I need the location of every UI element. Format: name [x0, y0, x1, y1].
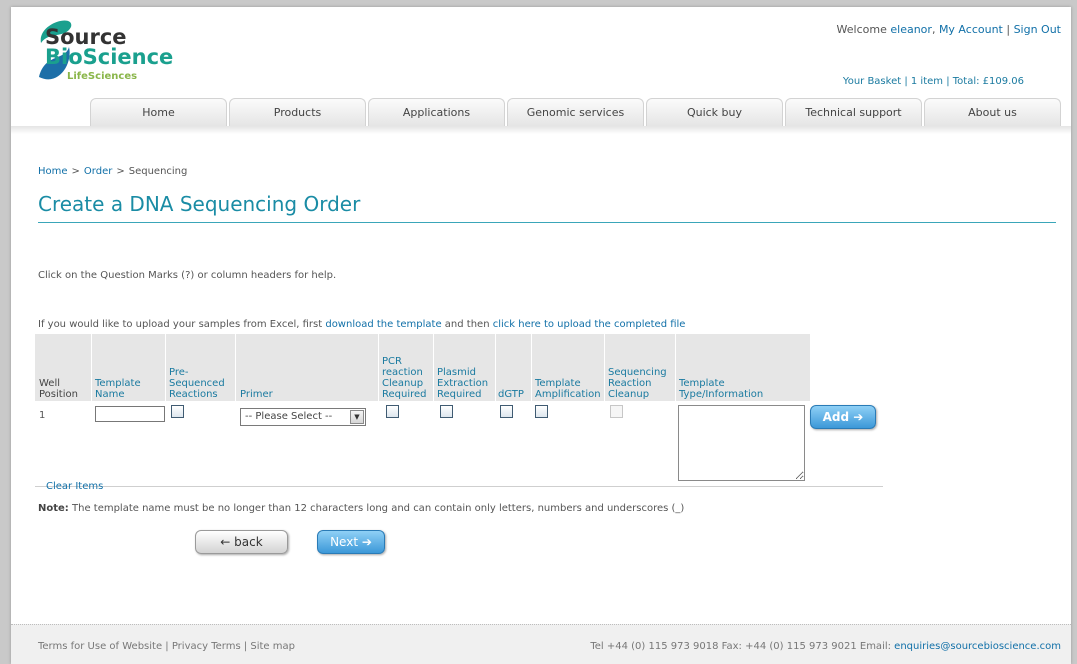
breadcrumb-home[interactable]: Home	[38, 166, 68, 177]
nav-tab-technical-support[interactable]: Technical support	[785, 98, 922, 126]
upload-instructions: If you would like to upload your samples…	[38, 319, 685, 330]
dgtp-checkbox[interactable]	[500, 405, 513, 418]
nav-tab-applications[interactable]: Applications	[368, 98, 505, 126]
footer: Terms for Use of Website | Privacy Terms…	[11, 624, 1071, 664]
breadcrumb-separator: >	[116, 166, 125, 177]
my-account-link[interactable]: My Account	[939, 23, 1003, 36]
header-separator	[165, 334, 166, 401]
template-name-note: Note: The template name must be no longe…	[38, 503, 684, 514]
nav-tab-home[interactable]: Home	[90, 98, 227, 126]
column-header-template-amplification[interactable]: Template Amplification	[535, 378, 601, 400]
column-header-pcr-cleanup[interactable]: PCR reaction Cleanup Required	[382, 356, 427, 400]
welcome-label: Welcome	[836, 23, 891, 36]
breadcrumb-order[interactable]: Order	[84, 166, 112, 177]
column-header-sequencing-cleanup[interactable]: Sequencing Reaction Cleanup	[608, 367, 667, 400]
footer-email-link[interactable]: enquiries@sourcebioscience.com	[894, 641, 1061, 652]
header-separator	[531, 334, 532, 401]
primer-select[interactable]: -- Please Select -- ▼	[240, 408, 366, 426]
download-template-link[interactable]: download the template	[325, 319, 441, 330]
header-separator	[235, 334, 236, 401]
template-name-input[interactable]	[95, 406, 165, 422]
add-button[interactable]: Add ➔	[810, 405, 876, 429]
pcr-cleanup-checkbox[interactable]	[386, 405, 399, 418]
upload-file-link[interactable]: click here to upload the completed file	[493, 319, 686, 330]
column-header-plasmid-extraction[interactable]: Plasmid Extraction Required	[437, 367, 488, 400]
header-separator	[378, 334, 379, 401]
column-header-pre-sequenced[interactable]: Pre- Sequenced Reactions	[169, 367, 225, 400]
nav-tab-products[interactable]: Products	[229, 98, 366, 126]
breadcrumb-current: Sequencing	[128, 166, 188, 177]
upload-middle: and then	[441, 319, 493, 330]
basket-summary[interactable]: Your Basket | 1 item | Total: £109.06	[843, 76, 1024, 87]
well-position-value: 1	[39, 410, 46, 421]
clear-items-link[interactable]: Clear Items	[46, 481, 103, 492]
note-label: Note:	[38, 503, 69, 514]
upload-prefix: If you would like to upload your samples…	[38, 319, 326, 330]
page: Source BioScience LifeSciences Welcome e…	[11, 7, 1071, 664]
title-divider	[38, 222, 1056, 223]
column-header-well-position: Well Position	[39, 378, 78, 400]
template-amplification-checkbox[interactable]	[535, 405, 548, 418]
footer-contact-text: Tel +44 (0) 115 973 9018 Fax: +44 (0) 11…	[590, 641, 895, 652]
nav-tab-genomic-services[interactable]: Genomic services	[507, 98, 644, 126]
sequencing-cleanup-checkbox	[610, 405, 623, 418]
header-separator	[433, 334, 434, 401]
note-text: The template name must be no longer than…	[68, 503, 685, 514]
nav-tab-quick-buy[interactable]: Quick buy	[646, 98, 783, 126]
breadcrumb-separator: >	[71, 166, 80, 177]
help-text: Click on the Question Marks (?) or colum…	[38, 270, 337, 281]
header-separator	[604, 334, 605, 401]
breadcrumb: Home > Order > Sequencing	[38, 166, 187, 177]
logo-text-lifesciences: LifeSciences	[67, 71, 138, 82]
header-separator	[495, 334, 496, 401]
primer-select-value: -- Please Select --	[245, 411, 333, 422]
logo-text-bioscience: BioScience	[45, 45, 174, 69]
page-title: Create a DNA Sequencing Order	[38, 192, 361, 216]
table-bottom-divider	[35, 486, 883, 487]
header-separator	[675, 334, 676, 401]
pre-sequenced-checkbox[interactable]	[171, 405, 184, 418]
nav-shadow	[11, 126, 1071, 134]
column-header-template-name[interactable]: Template Name	[95, 378, 141, 400]
footer-contact: Tel +44 (0) 115 973 9018 Fax: +44 (0) 11…	[590, 641, 1061, 652]
welcome-bar: Welcome eleanor, My Account | Sign Out	[836, 23, 1061, 36]
back-button[interactable]: ← back	[195, 530, 288, 554]
username-link[interactable]: eleanor	[890, 23, 932, 36]
next-button[interactable]: Next ➔	[317, 530, 385, 554]
sign-out-link[interactable]: Sign Out	[1014, 23, 1061, 36]
footer-links[interactable]: Terms for Use of Website | Privacy Terms…	[38, 641, 295, 652]
plasmid-extraction-checkbox[interactable]	[440, 405, 453, 418]
template-type-textarea[interactable]	[678, 405, 805, 481]
column-header-template-type[interactable]: Template Type/Information	[679, 378, 763, 400]
column-header-dgtp[interactable]: dGTP	[498, 389, 524, 400]
chevron-down-icon[interactable]: ▼	[350, 410, 364, 424]
column-header-primer[interactable]: Primer	[240, 389, 273, 400]
header-separator	[91, 334, 92, 401]
nav-tab-about-us[interactable]: About us	[924, 98, 1061, 126]
